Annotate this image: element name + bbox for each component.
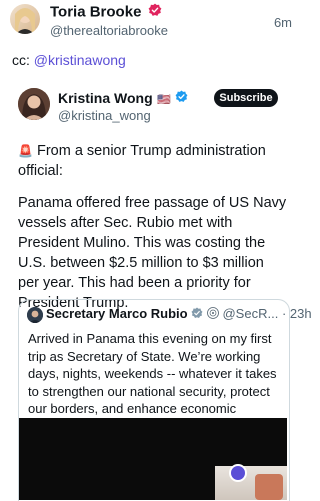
embedded-paragraph-2: Panama offered free passage of US Navy v… <box>18 195 287 311</box>
quoted-post-time[interactable]: 23h <box>290 306 312 321</box>
embedded-author-name[interactable]: Kristina Wong <box>58 90 153 106</box>
outer-author-handle[interactable]: @therealtoriabrooke <box>50 23 168 38</box>
toria-avatar[interactable] <box>10 4 40 34</box>
us-flag-icon: 🇺🇸 <box>157 94 171 107</box>
quoted-author-handle[interactable]: @SecR... <box>222 306 278 321</box>
rubio-avatar[interactable] <box>27 307 43 323</box>
quoted-separator: · <box>281 306 287 321</box>
gov-affiliation-badge-icon <box>191 307 203 322</box>
verified-badge-icon <box>148 3 162 22</box>
paragraph1-text: From a senior Trump administration offic… <box>18 143 266 179</box>
quoted-media[interactable] <box>19 418 287 500</box>
outer-post-time[interactable]: 6m <box>274 15 292 30</box>
media-object-icon <box>229 464 247 482</box>
subscribe-button[interactable]: Subscribe <box>214 89 278 107</box>
caption-mention-link[interactable]: @kristinawong <box>34 52 126 68</box>
embedded-author-handle[interactable]: @kristina_wong <box>58 108 151 123</box>
outer-author-name[interactable]: Toria Brooke <box>50 4 141 21</box>
alert-siren-icon: 🚨 <box>18 144 33 158</box>
kristina-avatar[interactable] <box>18 88 50 120</box>
outer-caption: cc: @kristinawong <box>12 52 126 68</box>
media-accent-shape <box>255 474 283 500</box>
quoted-author-name[interactable]: Secretary Marco Rubio <box>46 306 188 321</box>
embedded-paragraph-1: 🚨 From a senior Trump administration off… <box>18 141 288 181</box>
state-dept-seal-icon <box>206 307 219 322</box>
verified-badge-icon <box>175 90 188 108</box>
caption-prefix: cc: <box>12 52 30 68</box>
